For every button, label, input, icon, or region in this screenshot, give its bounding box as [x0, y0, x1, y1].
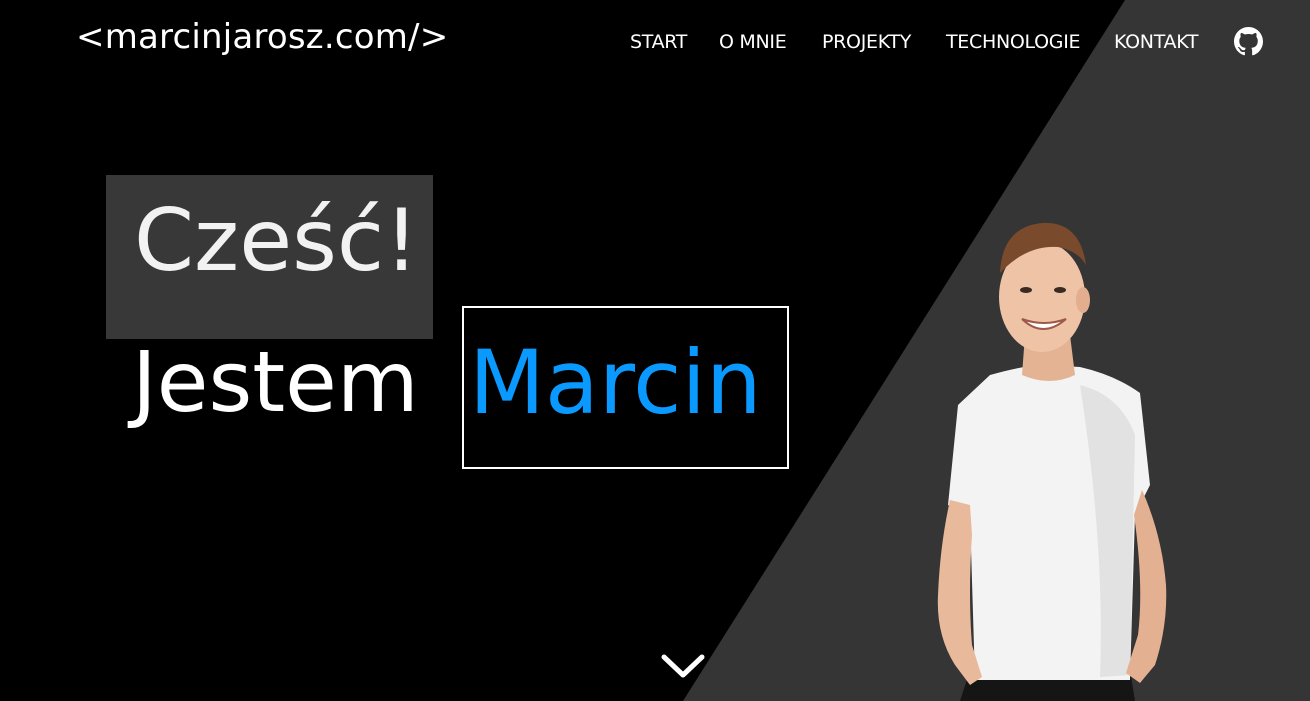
nav-item-start[interactable]: START: [630, 31, 687, 53]
chevron-down-icon[interactable]: [660, 652, 706, 680]
github-icon[interactable]: [1234, 27, 1263, 56]
nav-item-projekty[interactable]: PROJEKTY: [822, 31, 911, 53]
name-highlight: Marcin: [469, 331, 762, 434]
nav-item-o-mnie[interactable]: O MNIE: [719, 31, 787, 53]
main-navigation: START O MNIE PROJEKTY TECHNOLOGIE KONTAK…: [0, 31, 1310, 55]
intro-text: Jestem: [132, 333, 419, 431]
greeting-heading: Cześć!: [134, 191, 419, 291]
nav-item-kontakt[interactable]: KONTAKT: [1114, 31, 1199, 53]
nav-item-technologie[interactable]: TECHNOLOGIE: [946, 31, 1081, 53]
profile-photo: [937, 222, 1167, 701]
